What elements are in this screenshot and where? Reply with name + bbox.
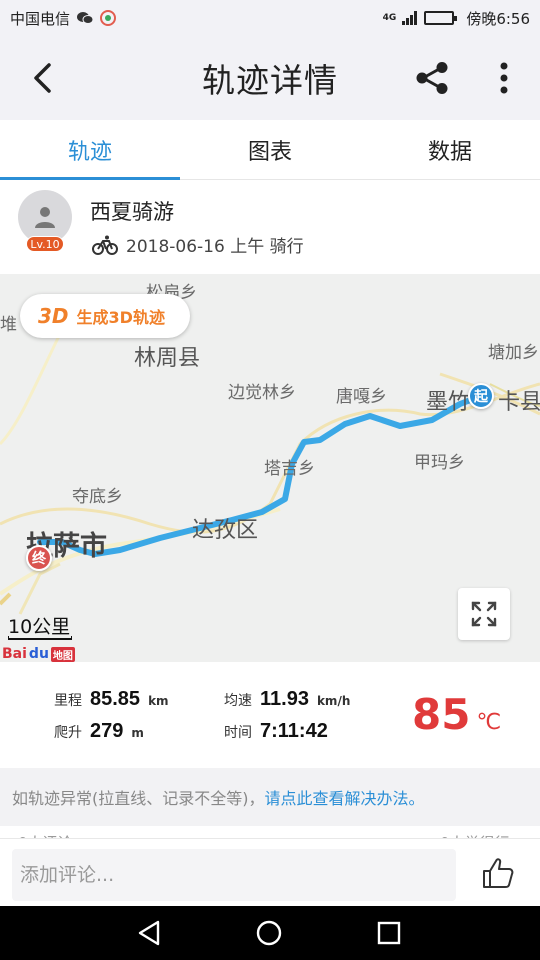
avg-speed-stat: 均速 11.93 km/h: [224, 688, 350, 711]
avg-speed-unit: km/h: [316, 694, 351, 708]
paw-icon: du: [28, 646, 49, 662]
tab-track[interactable]: 轨迹: [0, 120, 180, 180]
comment-bar: [0, 838, 540, 906]
notice-text: 如轨迹异常(拉直线、记录不全等)，: [12, 789, 265, 808]
track-issue-notice: 如轨迹异常(拉直线、记录不全等)， 请点此查看解决办法。: [0, 768, 540, 826]
page-title: 轨迹详情: [202, 61, 338, 100]
climb-unit: m: [131, 726, 144, 740]
place-label: 墨竹: [426, 390, 471, 415]
climb-stat: 爬升 279 m: [54, 720, 144, 743]
nav-home-icon: [256, 920, 282, 946]
place-label: 甲玛乡: [414, 453, 465, 473]
baidu-logo-text: Bai: [2, 646, 27, 662]
comment-input[interactable]: [12, 849, 456, 901]
nav-back-button[interactable]: [132, 916, 166, 950]
battery-icon: [424, 11, 458, 25]
user-row: Lv.10 西夏骑游 2018-06-16 上午 骑行: [0, 180, 540, 274]
network-type-icon: 4G: [382, 12, 397, 23]
baidu-map-logo: Bai du 地图: [2, 646, 75, 662]
bicycle-icon: [92, 235, 118, 255]
place-label: 林周县: [134, 346, 201, 371]
time-value: 7:11:42: [260, 720, 328, 742]
clock-label: 傍晚6:56: [466, 9, 530, 28]
app-notification-icon: [100, 10, 117, 26]
tab-data[interactable]: 数据: [360, 120, 540, 179]
map-scale-label: 10公里: [8, 616, 71, 638]
climb-value: 279: [90, 720, 124, 742]
avg-speed-value: 11.93: [260, 688, 309, 710]
share-icon: [416, 62, 448, 94]
distance-stat: 里程 85.85 km: [54, 688, 169, 711]
fullscreen-icon: [471, 601, 497, 627]
time-stat: 时间 7:11:42: [224, 720, 328, 743]
distance-unit: km: [148, 694, 169, 708]
3d-icon: 3D: [38, 304, 69, 328]
more-vertical-icon: [500, 62, 508, 94]
thumbs-up-icon: [483, 858, 514, 888]
avg-speed-label: 均速: [224, 693, 252, 709]
tab-bar: 轨迹 图表 数据: [0, 120, 540, 180]
temperature-stat: 85 ℃: [412, 690, 501, 739]
signal-icon: [402, 11, 418, 25]
tab-chart[interactable]: 图表: [180, 120, 360, 179]
wechat-icon: [76, 11, 94, 25]
temperature-unit: ℃: [476, 710, 502, 735]
solution-link[interactable]: 请点此查看解决办法。: [265, 785, 425, 809]
network-type-label: 4G: [382, 12, 397, 23]
share-button[interactable]: [410, 56, 454, 100]
distance-value: 85.85: [90, 688, 141, 710]
start-marker[interactable]: 起: [468, 383, 494, 409]
climb-label: 爬升: [54, 725, 82, 741]
place-label: 边觉林乡: [228, 383, 296, 403]
place-label: 塔吉乡: [264, 459, 315, 479]
time-label: 时间: [224, 725, 252, 741]
more-button[interactable]: [482, 56, 526, 100]
app-screen: 中国电信 4G 傍晚6:56 轨迹详情 轨迹 图表 数据 Lv.10 西夏骑游 …: [0, 0, 540, 960]
place-label: 堆: [0, 315, 17, 335]
ride-date: 2018-06-16 上午 骑行: [126, 237, 304, 257]
status-bar: 中国电信 4G 傍晚6:56: [0, 0, 540, 36]
user-name[interactable]: 西夏骑游: [90, 196, 174, 226]
carrier-label: 中国电信: [10, 9, 71, 28]
end-marker[interactable]: 终: [26, 545, 52, 571]
nav-recents-icon: [377, 921, 401, 945]
baidu-logo-map: 地图: [50, 646, 75, 662]
level-badge: Lv.10: [26, 236, 64, 252]
nav-recents-button[interactable]: [372, 916, 406, 950]
stats-panel: 里程 85.85 km 均速 11.93 km/h 爬升 279 m 时间 7:…: [0, 662, 540, 768]
place-label: 达孜区: [192, 518, 259, 543]
ride-meta: 2018-06-16 上午 骑行: [92, 232, 304, 257]
map-view[interactable]: 松扁乡 堆 林周县 塘加乡 边觉林乡 唐嘎乡 墨竹 卡县 甲玛乡 塔吉乡 夺底乡…: [0, 274, 540, 662]
generate-3d-track-button[interactable]: 3D 生成3D轨迹: [20, 294, 190, 338]
back-button[interactable]: [20, 56, 64, 100]
title-bar: 轨迹详情: [0, 36, 540, 120]
distance-label: 里程: [54, 693, 82, 709]
place-label: 夺底乡: [72, 487, 123, 507]
place-label: 塘加乡: [488, 343, 539, 363]
map-scale-bar: [8, 636, 72, 640]
nav-back-icon: [138, 920, 160, 946]
generate-3d-label: 生成3D轨迹: [76, 308, 165, 327]
place-label: 唐嘎乡: [336, 387, 387, 407]
like-button[interactable]: [478, 853, 518, 893]
back-arrow-icon: [34, 63, 51, 93]
place-label: 卡县: [498, 390, 540, 415]
system-nav-bar: [0, 906, 540, 960]
nav-home-button[interactable]: [252, 916, 286, 950]
temperature-value: 85: [412, 690, 471, 739]
fullscreen-button[interactable]: [458, 588, 510, 640]
user-silhouette-icon: [35, 207, 55, 228]
